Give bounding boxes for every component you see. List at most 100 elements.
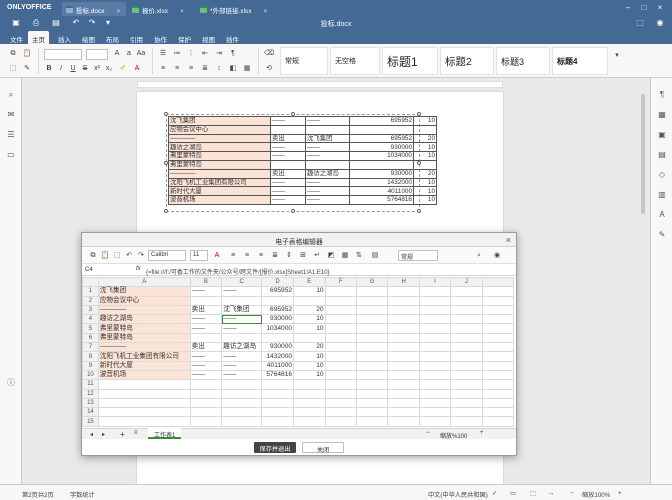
thumbnails-icon[interactable]: ▭: [6, 150, 16, 160]
grid-cell[interactable]: [355, 388, 389, 399]
grid-cell[interactable]: [261, 295, 295, 306]
grid-cell[interactable]: [261, 416, 295, 427]
grid-cell[interactable]: [481, 369, 514, 381]
grid-cell[interactable]: [481, 416, 514, 427]
grid-cell[interactable]: [261, 397, 295, 409]
style-heading-2[interactable]: 标题2: [440, 47, 494, 75]
grid-cell[interactable]: [418, 342, 452, 353]
grid-cell[interactable]: [481, 397, 514, 409]
style-no-spacing[interactable]: 无空格: [330, 47, 380, 75]
grid-cell[interactable]: 10: [293, 323, 326, 334]
grid-cell[interactable]: 10: [293, 360, 326, 371]
row-header[interactable]: 1: [82, 286, 99, 297]
grid-cell[interactable]: [97, 379, 191, 390]
grid-cell[interactable]: [387, 286, 420, 297]
close-tab-icon[interactable]: ×: [117, 8, 121, 15]
grid-cell[interactable]: [293, 407, 326, 418]
grid-cell[interactable]: [387, 332, 420, 344]
sheet-tab[interactable]: 工作表1: [148, 428, 182, 439]
grid-cell[interactable]: 弗里蒙特岛: [97, 332, 191, 344]
column-header[interactable]: E: [293, 277, 326, 288]
grid-cell[interactable]: ——: [189, 351, 223, 362]
column-header[interactable]: G: [355, 277, 389, 288]
resize-handle[interactable]: [164, 209, 168, 213]
text-art-icon[interactable]: A: [657, 210, 667, 220]
grid-cell[interactable]: [418, 388, 452, 399]
grid-cell[interactable]: [355, 407, 389, 418]
function-icon[interactable]: fx: [136, 266, 141, 272]
tab-home[interactable]: 主页: [28, 31, 49, 44]
next-sheet-icon[interactable]: ▸: [102, 431, 105, 438]
grid-cell[interactable]: 10: [293, 286, 326, 297]
grid-cell[interactable]: [450, 360, 483, 371]
align-center-icon[interactable]: ≡: [242, 251, 252, 261]
grid-cell[interactable]: ——: [189, 286, 223, 297]
grid-cell[interactable]: [355, 369, 389, 381]
grid-cell[interactable]: [450, 379, 483, 390]
grid-cell[interactable]: [387, 369, 420, 381]
grid-cell[interactable]: [355, 304, 389, 316]
multilevel-list-icon[interactable]: ⋮: [186, 49, 196, 59]
search-icon[interactable]: ⌕: [474, 251, 484, 261]
grid-cell[interactable]: [324, 388, 357, 399]
grid-cell[interactable]: [189, 407, 223, 418]
grid-cell[interactable]: [324, 416, 357, 427]
grid-cell[interactable]: [450, 304, 483, 316]
grid-cell[interactable]: 应物会议中心: [97, 295, 191, 306]
grid-cell[interactable]: [355, 286, 389, 297]
grid-cell[interactable]: 930000: [261, 342, 295, 353]
grid-cell[interactable]: ——: [221, 360, 263, 371]
grid-cell[interactable]: [450, 286, 483, 297]
page-table[interactable]: 沈飞集团 —— —— 695952 10 应物会议中心 ———— 卖出 沈飞集团 695952 20…: [168, 116, 437, 205]
resize-handle[interactable]: [417, 209, 421, 213]
justify-icon[interactable]: ≣: [270, 251, 280, 261]
grid-cell[interactable]: [324, 360, 357, 371]
sheet-list-icon[interactable]: ≡: [134, 430, 138, 436]
style-heading-3[interactable]: 标题3: [496, 47, 550, 75]
grid-cell[interactable]: 新时代大厦: [97, 360, 191, 371]
column-header[interactable]: J: [450, 277, 483, 288]
grid-cell[interactable]: [387, 388, 420, 399]
grid-cell[interactable]: 趣访之湖岛: [221, 342, 263, 353]
grid-cell[interactable]: 趣访之湖岛: [97, 314, 191, 325]
column-header[interactable]: D: [261, 277, 295, 288]
copy-format-icon[interactable]: ⟲: [264, 64, 274, 74]
bold-icon[interactable]: B: [44, 64, 54, 74]
grid-cell[interactable]: [261, 407, 295, 418]
grid-cell[interactable]: [481, 332, 514, 344]
grid-cell[interactable]: [355, 360, 389, 371]
number-format-select[interactable]: 常规: [398, 250, 438, 261]
numbering-icon[interactable]: ≔: [172, 49, 182, 59]
grid-cell[interactable]: [221, 416, 263, 427]
grid-cell[interactable]: 弗里蒙特岛: [97, 323, 191, 334]
spreadsheet-grid[interactable]: ABCDEFGHIJ 1 沈飞集团 —— —— 695952 10 2 应物会议中心 3 ————…: [82, 277, 514, 428]
language-selector[interactable]: 中文(中华人民共和国): [428, 490, 488, 499]
grid-cell[interactable]: 沈飞集团: [97, 286, 191, 297]
change-case-icon[interactable]: Aa: [136, 49, 146, 59]
grid-cell[interactable]: [293, 388, 326, 399]
italic-icon[interactable]: I: [56, 64, 66, 74]
wrap-text-icon[interactable]: ↵: [312, 251, 322, 261]
align-right-icon[interactable]: ≡: [256, 251, 266, 261]
highlight-color-icon[interactable]: ✐: [118, 64, 128, 74]
tab-plugins[interactable]: 插件: [222, 31, 243, 44]
page-indicator[interactable]: 第2页共2页: [22, 490, 54, 499]
increase-indent-icon[interactable]: ⇥: [214, 49, 224, 59]
grid-cell[interactable]: [189, 388, 223, 399]
shape-settings-icon[interactable]: ◇: [657, 170, 667, 180]
tab-view[interactable]: 视图: [198, 31, 219, 44]
row-header[interactable]: 11: [82, 379, 99, 390]
decrease-indent-icon[interactable]: ⇤: [200, 49, 210, 59]
grid-cell[interactable]: 沈阳飞机工业集团有限公司: [97, 351, 191, 362]
grid-cell[interactable]: [355, 332, 389, 344]
grid-cell[interactable]: [418, 369, 452, 381]
header-footer-icon[interactable]: ▤: [657, 150, 667, 160]
underline-icon[interactable]: U: [68, 64, 78, 74]
grid-cell[interactable]: [481, 379, 514, 390]
grid-cell[interactable]: [221, 379, 263, 390]
grid-cell[interactable]: [418, 286, 452, 297]
grid-cell[interactable]: [189, 295, 223, 306]
grid-cell[interactable]: [324, 379, 357, 390]
row-header[interactable]: 13: [82, 397, 99, 409]
grid-cell[interactable]: 930000: [261, 314, 295, 325]
